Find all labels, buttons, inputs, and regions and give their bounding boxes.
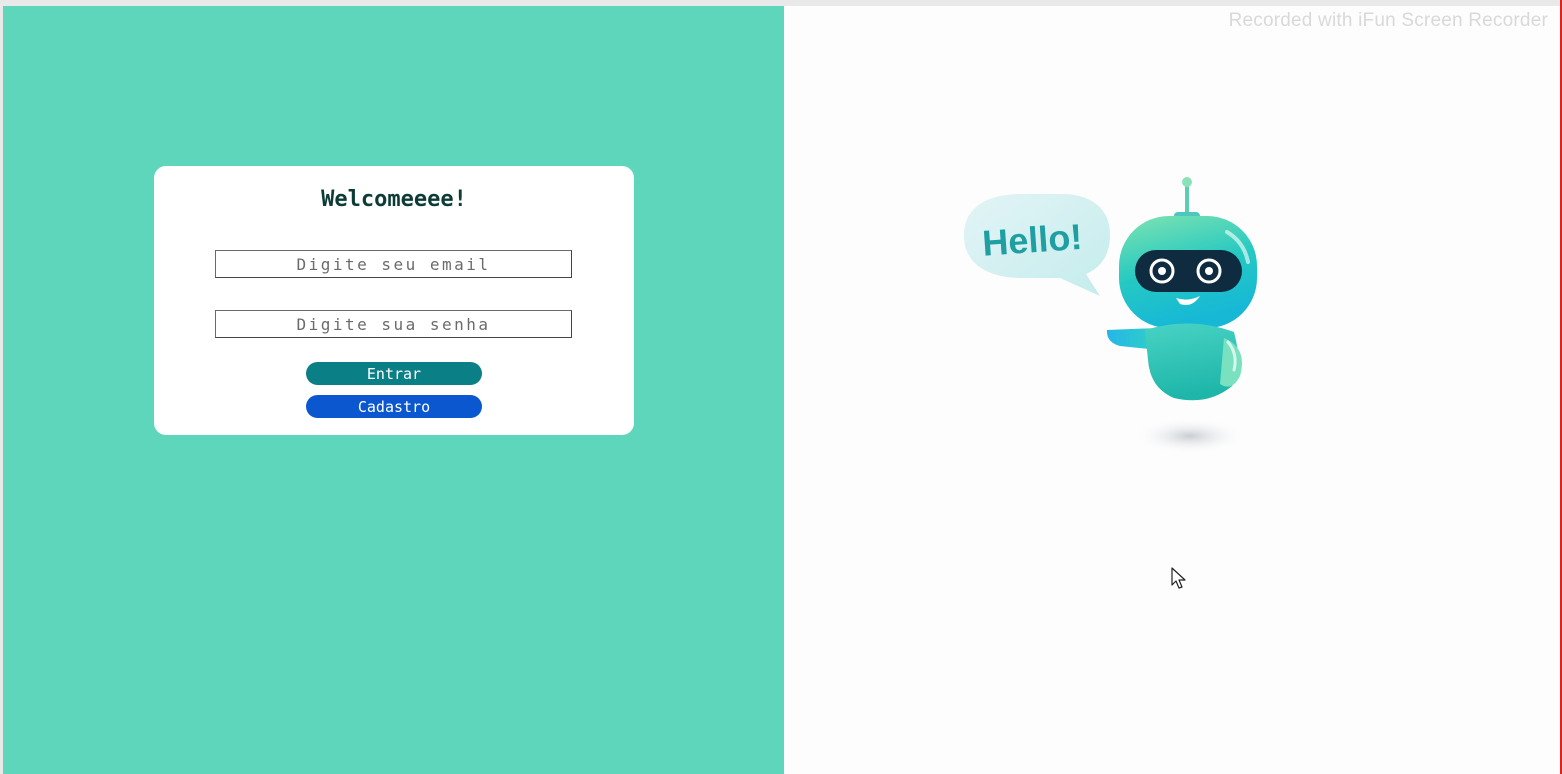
- app-window: Welcomeeee! Entrar Cadastro Recorded wit…: [0, 0, 1562, 774]
- recorder-watermark: Recorded with iFun Screen Recorder: [1228, 10, 1548, 31]
- robot-head: [1119, 216, 1257, 328]
- mouse-pointer-icon: [1171, 567, 1186, 589]
- robot-shadow: [1134, 418, 1246, 454]
- robot-antenna: [1174, 177, 1200, 220]
- email-input[interactable]: [215, 250, 572, 278]
- left-panel: Welcomeeee! Entrar Cadastro: [3, 6, 784, 774]
- enter-button[interactable]: Entrar: [306, 362, 482, 385]
- password-input[interactable]: [215, 310, 572, 338]
- robot-body: [1106, 323, 1242, 401]
- login-card: Welcomeeee! Entrar Cadastro: [154, 166, 634, 435]
- speech-bubble: Hello!: [964, 194, 1110, 296]
- login-title: Welcomeeee!: [321, 187, 467, 212]
- robot-mascot-icon: Hello!: [964, 177, 1257, 454]
- speech-bubble-text: Hello!: [981, 216, 1084, 264]
- register-button[interactable]: Cadastro: [306, 395, 482, 418]
